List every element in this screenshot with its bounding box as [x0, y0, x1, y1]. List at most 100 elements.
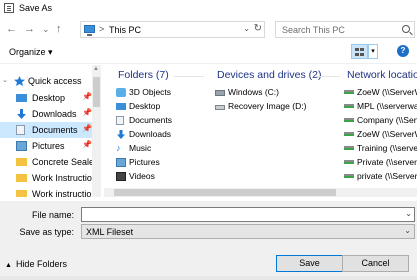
documents-icon — [116, 116, 124, 125]
recent-locations-dropdown-icon[interactable]: ⌄ — [42, 23, 50, 35]
nav-item-label: Downloads — [32, 109, 77, 119]
nav-item-label: Concrete Sealer — [32, 157, 98, 167]
change-view-button[interactable] — [351, 44, 368, 59]
network-drive-icon — [344, 160, 354, 164]
network-drive-icon — [344, 132, 354, 136]
network-location-label: ZoeW (\\ServerW — [357, 129, 417, 139]
pin-icon[interactable]: 📌 — [82, 108, 92, 117]
help-icon[interactable]: ? — [397, 45, 409, 57]
content-pane: Folders (7) 3D Objects Desktop Documents… — [104, 65, 417, 197]
drives-heading-divider — [316, 76, 340, 77]
network-drive-icon — [344, 104, 354, 108]
nav-item-label: Desktop — [32, 93, 66, 103]
folder-label: Pictures — [129, 157, 160, 167]
drives-heading[interactable]: Devices and drives (2) — [217, 69, 321, 81]
nav-item-label: Pictures — [32, 141, 65, 151]
search-icon — [402, 25, 410, 33]
cancel-button[interactable]: Cancel — [342, 255, 409, 272]
folders-heading[interactable]: Folders (7) — [118, 69, 169, 81]
nav-scrollbar-thumb[interactable] — [93, 77, 100, 107]
save-button[interactable]: Save — [276, 255, 343, 272]
windows-drive-icon — [215, 90, 225, 96]
network-location-label: Company (\\Serve — [357, 115, 417, 125]
up-arrow-icon[interactable]: ↑ — [56, 23, 62, 35]
nav-item-desktop[interactable]: Desktop 📌 — [0, 90, 92, 106]
pin-icon[interactable]: 📌 — [82, 140, 92, 149]
window-bottom-edge — [0, 276, 417, 280]
network-location-label: private (\\Server — [357, 171, 417, 181]
save-as-dialog: Save As ← → ⌄ ↑ > This PC ⌄ ↻ Search Thi… — [0, 0, 417, 280]
nav-item-label: Work instruction — [32, 189, 97, 197]
save-as-type-dropdown-icon[interactable]: ⌄ — [404, 226, 411, 235]
this-pc-icon — [84, 25, 95, 36]
network-location-label: MPL (\\serverwa — [357, 101, 417, 111]
dialog-icon — [4, 3, 14, 13]
scroll-up-icon[interactable]: ▲ — [93, 66, 99, 72]
folder-label: Desktop — [129, 101, 161, 111]
star-icon — [14, 76, 25, 86]
nav-scrollbar[interactable]: ▲ — [92, 65, 101, 197]
music-icon: ♪ — [116, 143, 121, 153]
search-input[interactable]: Search This PC — [275, 21, 415, 38]
save-as-type-value: XML Fileset — [86, 227, 134, 237]
documents-icon — [16, 125, 25, 135]
nav-item-documents[interactable]: Documents 📌 — [0, 122, 92, 138]
nav-item-downloads[interactable]: Downloads 📌 — [0, 106, 92, 122]
organize-button[interactable]: Organize ▾ — [9, 47, 53, 58]
forward-arrow-icon[interactable]: → — [24, 23, 35, 35]
folders-heading-divider — [174, 76, 204, 77]
save-as-type-select[interactable]: XML Fileset ⌄ — [81, 224, 415, 239]
pictures-icon — [16, 141, 27, 151]
nav-item-work-instruction[interactable]: Work Instruction — [0, 170, 97, 186]
nav-item-label: Documents — [32, 125, 78, 135]
pin-icon[interactable]: 📌 — [82, 124, 92, 133]
network-location-label: Private (\\server — [357, 157, 417, 167]
3d-objects-icon — [116, 88, 126, 97]
folder-icon — [16, 190, 27, 197]
network-location-label: Training (\\serve — [357, 143, 417, 153]
file-name-input[interactable]: ⌄ — [81, 207, 415, 222]
refresh-icon[interactable]: ↻ — [254, 23, 262, 34]
nav-item-label: Work Instruction — [32, 173, 97, 183]
file-name-dropdown-icon[interactable]: ⌄ — [405, 209, 412, 218]
nav-item-pictures[interactable]: Pictures 📌 — [0, 138, 92, 154]
hide-folders-button[interactable]: ▲ Hide Folders — [5, 259, 67, 269]
network-location-label: ZoeW (\\ServerW — [357, 87, 417, 97]
desktop-folder-icon — [116, 103, 126, 110]
address-dropdown-icon[interactable]: ⌄ — [243, 24, 250, 33]
recovery-drive-icon — [215, 105, 225, 110]
navigation-pane: ⌄ Quick access Desktop 📌 Downloads 📌 Doc… — [0, 65, 101, 197]
folder-icon — [16, 158, 27, 166]
search-placeholder: Search This PC — [282, 25, 345, 35]
back-arrow-icon[interactable]: ← — [6, 23, 17, 35]
view-options-dropdown-icon[interactable]: ▾ — [368, 44, 378, 59]
videos-icon — [116, 172, 126, 181]
save-as-type-label: Save as type: — [19, 227, 74, 237]
nav-item-work-instruction-2[interactable]: Work instruction — [0, 186, 96, 197]
content-horizontal-scrollbar[interactable] — [104, 188, 417, 197]
drive-label: Recovery Image (D:) — [228, 101, 307, 111]
dialog-footer: ▲ Hide Folders Save Cancel — [0, 245, 417, 280]
grid-view-icon — [355, 48, 359, 51]
breadcrumb-location[interactable]: This PC — [109, 25, 141, 35]
expand-caret-icon[interactable]: ⌄ — [2, 76, 8, 84]
file-name-label: File name: — [31, 210, 74, 220]
title-bar: Save As — [0, 0, 417, 17]
pictures-icon — [116, 158, 126, 167]
address-bar[interactable]: > This PC ⌄ ↻ — [80, 21, 265, 38]
pin-icon[interactable]: 📌 — [82, 92, 92, 101]
network-locations-heading[interactable]: Network locatio — [347, 69, 417, 81]
nav-item-quick-access[interactable]: ⌄ Quick access — [0, 73, 92, 89]
desktop-folder-icon — [16, 94, 27, 102]
toolbar: Organize ▾ ▾ ? — [0, 41, 417, 64]
nav-item-concrete-sealer[interactable]: Concrete Sealer — [0, 154, 97, 170]
folder-label: Documents — [129, 115, 172, 125]
network-drive-icon — [344, 118, 354, 122]
content-scrollbar-thumb[interactable] — [114, 189, 336, 196]
collapse-caret-icon: ▲ — [5, 262, 12, 269]
downloads-icon — [16, 109, 27, 119]
folder-label: Music — [129, 143, 152, 153]
network-drive-icon — [344, 174, 354, 178]
breadcrumb-separator-icon: > — [99, 24, 105, 34]
folder-label: Videos — [129, 171, 155, 181]
